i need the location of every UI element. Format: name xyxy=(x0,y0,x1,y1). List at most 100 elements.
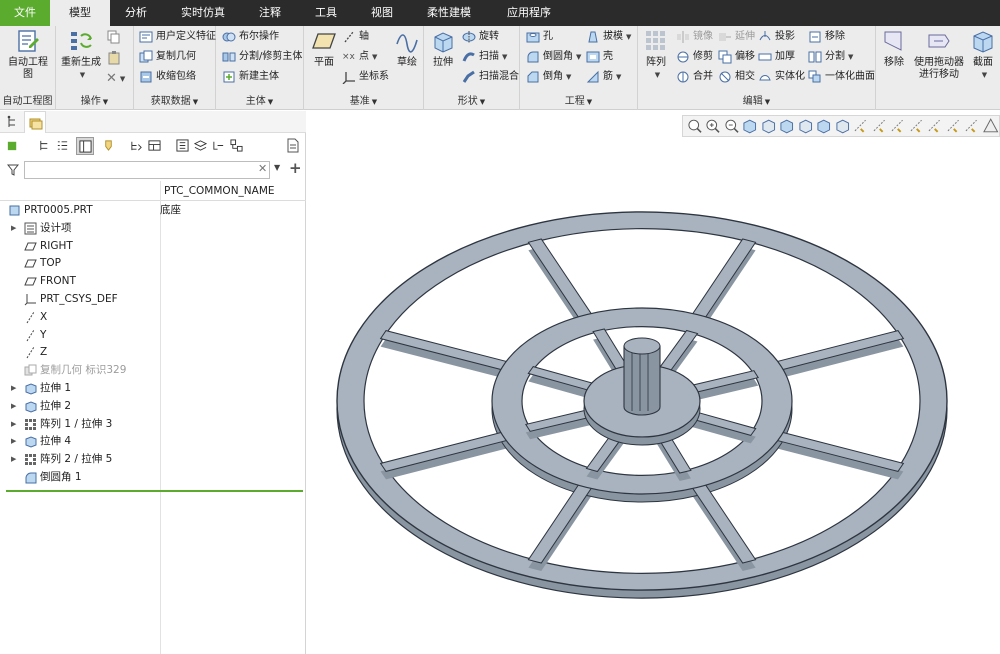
split-button[interactable]: 分割 ▼ xyxy=(808,48,853,66)
tree-item[interactable]: PRT0005.PRT 底座 xyxy=(0,202,306,219)
tree-item[interactable]: ▶ 阵列 1 / 拉伸 3 xyxy=(0,416,306,433)
hole-button[interactable]: 孔 xyxy=(526,28,553,46)
sketch-button[interactable]: 草绘 xyxy=(392,28,422,69)
tree-item[interactable]: Z xyxy=(0,344,306,361)
menu-tab-realtime-sim[interactable]: 实时仿真 xyxy=(168,0,238,26)
tree-item[interactable]: TOP xyxy=(0,255,306,272)
folder-browser-tab[interactable] xyxy=(24,111,46,133)
document-icon[interactable] xyxy=(286,138,300,153)
tree-columns-icon[interactable] xyxy=(56,139,69,152)
auto-drawing-button[interactable]: 自动工程图 xyxy=(4,28,52,81)
tree-link-icon[interactable] xyxy=(212,139,225,152)
project-button[interactable]: 投影 xyxy=(758,28,795,46)
swept-blend-button[interactable]: 扫描混合 xyxy=(462,68,519,86)
shrinkwrap-button[interactable]: 收缩包络 xyxy=(139,68,196,86)
tree-structure-icon[interactable] xyxy=(230,139,243,152)
drag-move-button[interactable]: 使用拖动器 进行移动 xyxy=(912,28,966,81)
shaft-top-face[interactable] xyxy=(623,337,661,355)
menu-tab-analysis[interactable]: 分析 xyxy=(112,0,160,26)
graphics-window[interactable] xyxy=(307,111,1000,654)
tree-item[interactable]: 复制几何 标识329 xyxy=(0,362,306,379)
new-body-button[interactable]: 新建主体 xyxy=(222,68,279,86)
tree-item[interactable]: ▶ 拉伸 4 xyxy=(0,433,306,450)
solidify-button[interactable]: 实体化 xyxy=(758,68,805,86)
thicken-button[interactable]: 加厚 xyxy=(758,48,795,66)
regenerate-icon xyxy=(71,32,92,50)
expand-arrow-icon[interactable]: ▶ xyxy=(11,398,16,415)
intersect-button[interactable]: 相交 xyxy=(718,68,755,86)
menu-tab-applications[interactable]: 应用程序 xyxy=(494,0,564,26)
expand-arrow-icon[interactable]: ▶ xyxy=(11,416,16,433)
csys-button[interactable]: 坐标系 xyxy=(342,68,389,86)
shell-button[interactable]: 壳 xyxy=(586,48,613,66)
insert-here-indicator[interactable] xyxy=(6,490,303,492)
column-header-common-name[interactable]: PTC_COMMON_NAME xyxy=(164,185,275,197)
tree-item[interactable]: ▶ 拉伸 2 xyxy=(0,398,306,415)
filter-dropdown-icon[interactable]: ▼ xyxy=(274,163,280,172)
rib-button[interactable]: 筋 ▼ xyxy=(586,68,621,86)
trim-button[interactable]: 修剪 xyxy=(676,48,713,66)
tree-settings-active-button[interactable] xyxy=(76,137,94,155)
mirror-button[interactable]: 镜像 xyxy=(676,28,713,46)
remove-large-button[interactable]: 移除 xyxy=(880,28,908,69)
udf-button[interactable]: 用户定义特征 xyxy=(139,28,216,46)
add-filter-icon[interactable]: + xyxy=(289,159,302,177)
merge-button[interactable]: 合并 xyxy=(676,68,713,86)
funnel-icon[interactable] xyxy=(7,164,19,176)
tree-item[interactable]: ▶ 设计项 xyxy=(0,220,306,237)
model-tree-tab-icon[interactable] xyxy=(6,115,20,129)
menu-tab-tools[interactable]: 工具 xyxy=(302,0,350,26)
expand-arrow-icon[interactable]: ▶ xyxy=(11,380,16,397)
copy-geometry-button[interactable]: 复制几何 xyxy=(139,48,196,66)
section-button[interactable]: 截面 ▼ xyxy=(968,28,998,81)
model-viewport[interactable] xyxy=(307,111,1000,654)
expand-arrow-icon[interactable]: ▶ xyxy=(11,451,16,468)
clear-search-icon[interactable]: ✕ xyxy=(258,162,267,175)
tree-item[interactable]: 倒圆角 1 xyxy=(0,469,306,486)
tree-item[interactable]: ▶ 阵列 2 / 拉伸 5 xyxy=(0,451,306,468)
chamfer-button[interactable]: 倒角 ▼ xyxy=(526,68,571,86)
axis-button[interactable]: 轴 xyxy=(342,28,369,46)
menu-tab-flexible-modeling[interactable]: 柔性建模 xyxy=(414,0,484,26)
tree-item[interactable]: PRT_CSYS_DEF xyxy=(0,291,306,308)
menu-tab-view[interactable]: 视图 xyxy=(358,0,406,26)
extrude-button[interactable]: 拉伸 xyxy=(428,28,458,69)
tree-item[interactable]: Y xyxy=(0,327,306,344)
revolve-button[interactable]: 旋转 xyxy=(462,28,499,46)
round-button[interactable]: 倒圆角 ▼ xyxy=(526,48,581,66)
tree-search-input[interactable] xyxy=(24,161,270,179)
green-cube-icon[interactable] xyxy=(6,139,19,152)
offset-button[interactable]: 偏移 xyxy=(718,48,755,66)
plane-button[interactable]: 平面 xyxy=(308,28,340,69)
draft-button[interactable]: 拔模 ▼ xyxy=(586,28,631,46)
tree-item[interactable]: X xyxy=(0,309,306,326)
expand-arrow-icon[interactable]: ▶ xyxy=(11,220,16,237)
pattern-button[interactable]: 阵列 ▼ xyxy=(642,28,670,81)
copy-icon[interactable] xyxy=(106,29,122,45)
extend-button[interactable]: 延伸 xyxy=(718,28,755,46)
tree-item[interactable]: ▶ 拉伸 1 xyxy=(0,380,306,397)
tree-show-icon[interactable] xyxy=(38,139,51,152)
unify-surface-button[interactable]: 一体化曲面 xyxy=(808,68,875,86)
csys-icon xyxy=(342,72,355,84)
tree-layout-icon[interactable] xyxy=(148,139,161,152)
paste-icon[interactable] xyxy=(106,50,122,66)
menu-tab-file[interactable]: 文件 xyxy=(0,0,50,26)
tree-filter-icon[interactable] xyxy=(130,139,143,152)
boolean-button[interactable]: 布尔操作 xyxy=(222,28,279,46)
split-trim-body-button[interactable]: 分割/修剪主体 xyxy=(222,48,302,66)
tree-expand-icon[interactable] xyxy=(176,139,189,152)
menu-tab-model[interactable]: 模型 xyxy=(50,0,110,26)
expand-arrow-icon[interactable]: ▶ xyxy=(11,433,16,450)
delete-icon[interactable]: ✕ ▼ xyxy=(106,70,125,88)
tree-item[interactable]: FRONT xyxy=(0,273,306,290)
layers-icon[interactable] xyxy=(194,139,207,152)
tree-item[interactable]: RIGHT xyxy=(0,238,306,255)
menu-tab-annotate[interactable]: 注释 xyxy=(246,0,294,26)
model-surface[interactable] xyxy=(623,345,661,416)
regenerate-button[interactable]: 重新生成 ▼ xyxy=(58,28,104,81)
remove-button[interactable]: 移除 xyxy=(808,28,845,46)
highlight-icon[interactable] xyxy=(102,139,115,152)
point-button[interactable]: ×x 点 ▼ xyxy=(342,48,377,66)
sweep-button[interactable]: 扫描 ▼ xyxy=(462,48,507,66)
